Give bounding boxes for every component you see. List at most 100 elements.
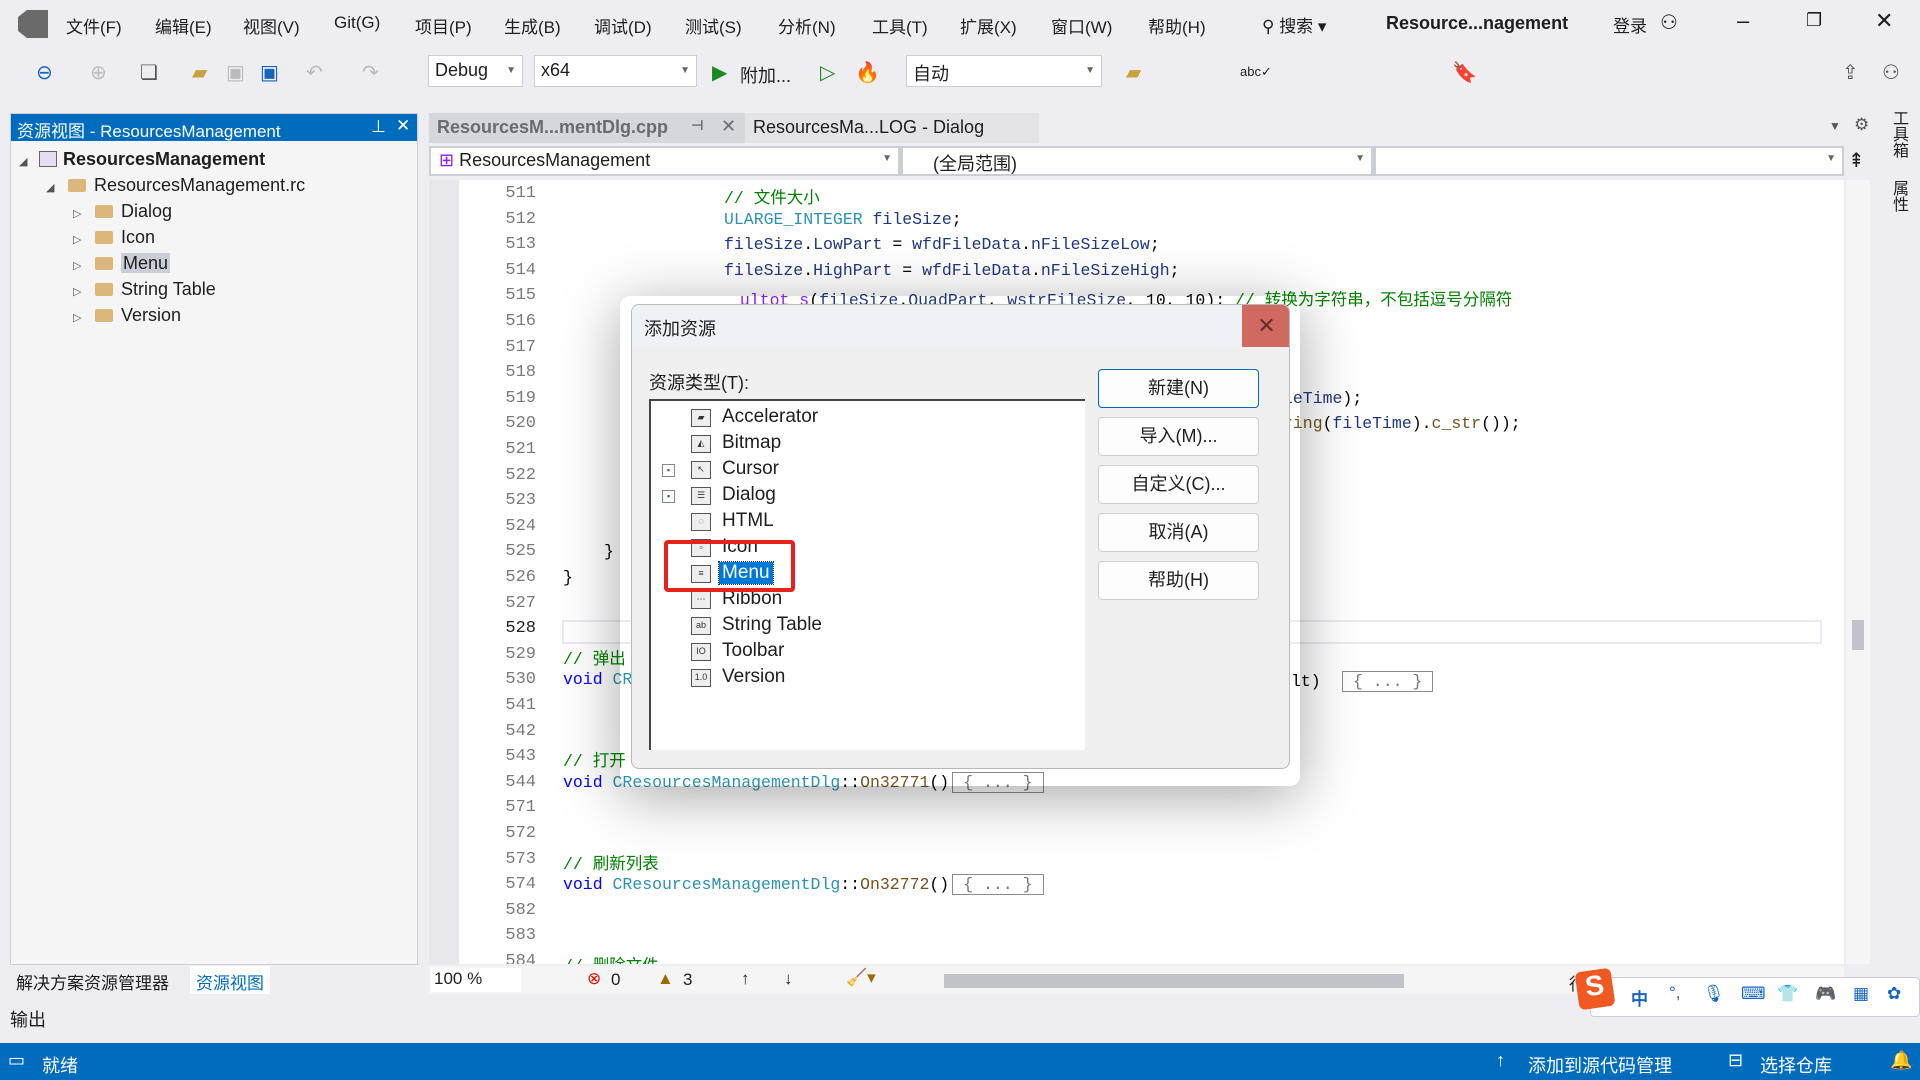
fold-button[interactable]: { ... } [952, 874, 1044, 896]
expand-arrow-icon[interactable]: ▷ [73, 259, 89, 272]
expand-arrow-icon[interactable]: ▷ [73, 311, 89, 324]
dialog-close-button[interactable]: ✕ [1242, 305, 1289, 347]
hot-reload-icon[interactable]: 🔥 [855, 60, 880, 85]
menu-item-2[interactable]: 视图(V) [243, 13, 300, 38]
menu-item-1[interactable]: 编辑(E) [155, 13, 212, 38]
bookmark-icon[interactable]: 🔖 [1452, 60, 1477, 85]
close-tab-icon[interactable]: ✕ [721, 116, 736, 137]
tree-item[interactable]: ▷ Version [73, 305, 181, 331]
split-icon[interactable]: ⇞ [1848, 148, 1865, 173]
back-icon[interactable]: ⊖ [36, 60, 53, 85]
menu-item-8[interactable]: 分析(N) [778, 13, 836, 38]
spellcheck-icon[interactable]: abc✓ [1240, 64, 1272, 80]
find-in-files-icon[interactable]: ▰ [1126, 60, 1141, 85]
close-window-button[interactable]: ✕ [1875, 8, 1893, 34]
keyboard-icon[interactable]: ⌨ [1741, 984, 1766, 1004]
settings-icon[interactable]: ✿ [1887, 984, 1901, 1004]
microphone-icon[interactable]: 🎙 [1703, 984, 1725, 1004]
code-cleanup-icon[interactable]: 🧹▾ [846, 968, 876, 988]
resource-type-item[interactable]: ▪ ☰ Dialog [651, 483, 1081, 509]
settings-gear-icon[interactable]: ⚙ [1854, 115, 1869, 135]
dialog-button-1[interactable]: 导入(M)... [1098, 417, 1259, 456]
resource-type-item[interactable]: IO Toolbar [651, 639, 1081, 665]
punctuation-icon[interactable]: °, [1669, 983, 1681, 1003]
share-icon[interactable]: ⇪ [1842, 60, 1859, 85]
menu-item-5[interactable]: 生成(B) [504, 13, 561, 38]
notifications-icon[interactable]: 🔔 [1890, 1050, 1912, 1071]
resource-type-item[interactable]: ▪ ↖ Cursor [651, 457, 1081, 483]
menu-item-3[interactable]: Git(G) [334, 13, 380, 33]
configuration-select[interactable]: Debug ▼ [428, 55, 523, 87]
properties-tab[interactable]: 属性 [1886, 180, 1910, 212]
scroll-thumb[interactable] [1852, 620, 1864, 650]
resource-type-item[interactable]: 1.0 Version [651, 665, 1081, 691]
expand-node-icon[interactable]: ▪ [662, 490, 675, 503]
expand-arrow-icon[interactable]: ▷ [73, 285, 89, 298]
auto-select[interactable]: 自动 ▼ [906, 55, 1102, 87]
error-icon[interactable]: ⊗ [587, 969, 601, 989]
resource-type-item[interactable]: ▰ Accelerator [651, 405, 1081, 431]
next-issue-icon[interactable]: ↓ [784, 969, 793, 989]
tree-item[interactable]: ▷ Dialog [73, 201, 172, 227]
save-icon[interactable]: ▣ [226, 60, 245, 85]
expand-arrow-icon[interactable]: ◢ [46, 181, 62, 194]
restore-button[interactable]: ❐ [1806, 10, 1822, 31]
menu-item-11[interactable]: 窗口(W) [1051, 13, 1112, 38]
chinese-mode-icon[interactable]: 中 [1631, 985, 1648, 1010]
expand-arrow-icon[interactable]: ◢ [19, 155, 35, 168]
game-icon[interactable]: 🎮 [1815, 984, 1836, 1004]
scope-select[interactable]: (全局范围) ▼ [903, 148, 1371, 174]
menu-item-9[interactable]: 工具(T) [872, 13, 928, 38]
undo-icon[interactable]: ↶ [306, 60, 323, 85]
scrollbar-vertical[interactable] [1839, 180, 1844, 964]
start-without-debug-icon[interactable]: ▷ [820, 60, 835, 85]
pin-icon[interactable]: ⊣ [691, 117, 704, 134]
output-panel-label[interactable]: 输出 [10, 1006, 46, 1032]
dialog-button-3[interactable]: 取消(A) [1098, 513, 1259, 552]
resource-type-item[interactable]: ◭ Bitmap [651, 431, 1081, 457]
feedback-icon[interactable]: ⚇ [1882, 60, 1900, 85]
menu-item-7[interactable]: 测试(S) [685, 13, 742, 38]
new-project-icon[interactable]: ❏ [140, 60, 158, 85]
open-folder-icon[interactable]: ▰ [192, 60, 207, 85]
dialog-button-0[interactable]: 新建(N) [1098, 369, 1259, 408]
error-count[interactable]: 0 [611, 970, 620, 990]
menu-item-12[interactable]: 帮助(H) [1148, 13, 1206, 38]
forward-icon[interactable]: ⊕ [90, 60, 107, 85]
platform-select[interactable]: x64 ▼ [534, 55, 697, 87]
add-to-source-control-button[interactable]: 添加到源代码管理 [1528, 1052, 1672, 1078]
tab-dialog[interactable]: ResourcesMa...LOG - Dialog [745, 113, 1039, 143]
vertical-scrollbar[interactable] [1846, 180, 1870, 964]
attach-button[interactable]: 附加... [740, 62, 791, 88]
project-select[interactable]: ⊞ ResourcesManagement ▼ [431, 148, 898, 174]
run-icon[interactable]: ▶ [712, 60, 727, 85]
tree-item[interactable]: ◢ ResourcesManagement.rc [46, 175, 305, 201]
member-select[interactable]: ▼ [1376, 148, 1842, 174]
expand-arrow-icon[interactable]: ▷ [73, 207, 89, 220]
expand-node-icon[interactable]: ▪ [662, 464, 675, 477]
tab-dlg-cpp[interactable]: ResourcesM...mentDlg.cpp ⊣ ✕ [429, 113, 749, 143]
previous-issue-icon[interactable]: ↑ [741, 969, 750, 989]
dialog-button-4[interactable]: 帮助(H) [1098, 561, 1259, 600]
horizontal-scrollbar[interactable] [944, 974, 1404, 988]
skin-icon[interactable]: 👕 [1777, 984, 1798, 1004]
menu-item-0[interactable]: 文件(F) [66, 13, 122, 38]
tree-item[interactable]: ▷ Menu [73, 253, 171, 279]
tree-item[interactable]: ▷ Icon [73, 227, 155, 253]
login-button[interactable]: 登录 [1613, 12, 1647, 37]
minimize-button[interactable]: – [1737, 8, 1749, 34]
redo-icon[interactable]: ↷ [362, 60, 379, 85]
resource-type-item[interactable]: ◌ HTML [651, 509, 1081, 535]
tree-item[interactable]: ▷ String Table [73, 279, 216, 305]
tab-list-icon[interactable]: ▼ [1829, 119, 1841, 133]
menu-item-4[interactable]: 项目(P) [415, 13, 472, 38]
expand-arrow-icon[interactable]: ▷ [73, 233, 89, 246]
search-button[interactable]: ⚲ 搜索 ▾ [1262, 12, 1326, 37]
select-repository-button[interactable]: 选择仓库 [1760, 1052, 1832, 1078]
warning-count[interactable]: 3 [683, 970, 692, 990]
tab-resource-view[interactable]: 资源视图 [190, 966, 270, 994]
menu-item-10[interactable]: 扩展(X) [960, 13, 1017, 38]
account-icon[interactable]: ⚇ [1660, 10, 1678, 35]
fold-button[interactable]: { ... } [1342, 671, 1434, 692]
tab-solution-explorer[interactable]: 解决方案资源管理器 [10, 966, 175, 994]
